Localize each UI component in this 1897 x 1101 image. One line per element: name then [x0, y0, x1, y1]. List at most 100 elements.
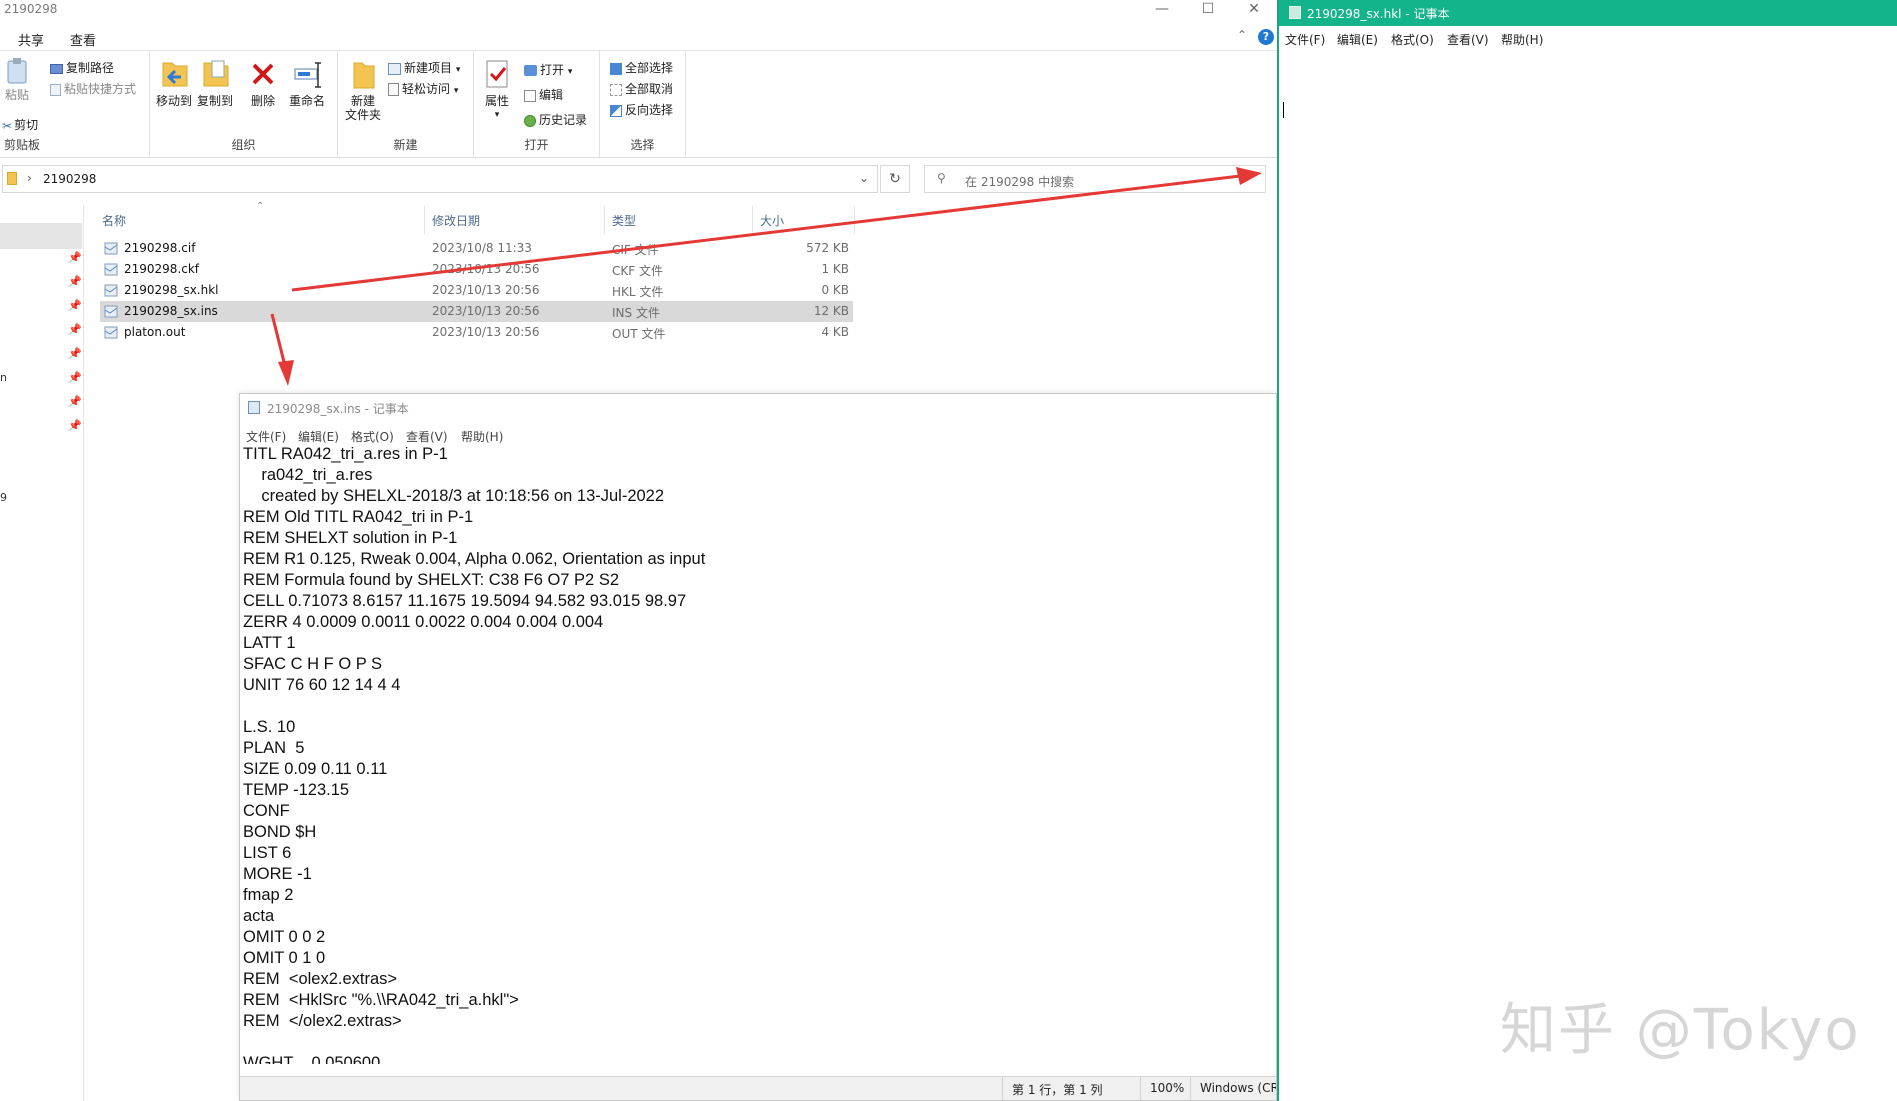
search-input[interactable]: ⚲ 在 2190298 中搜索	[924, 165, 1266, 193]
new-group-label: 新建	[393, 138, 418, 152]
cut-button[interactable]: ✂ 剪切	[2, 116, 38, 133]
select-none-button[interactable]: 全部取消	[610, 80, 673, 97]
menu-file[interactable]: 文件(F)	[1285, 31, 1325, 48]
pin-icon[interactable]: 📌	[68, 299, 82, 312]
text-line: BOND $H	[243, 823, 317, 841]
new-item-button[interactable]: 新建项目 ▾	[388, 59, 460, 76]
pin-icon[interactable]: 📌	[68, 251, 82, 264]
file-row[interactable]: 2190298.cif 2023/10/8 11:33 CIF 文件 572 K…	[100, 238, 853, 259]
nav-selected-item[interactable]	[0, 223, 82, 249]
column-separator[interactable]	[752, 206, 753, 234]
new-folder-button[interactable]: 新建 文件夹	[342, 57, 384, 122]
invert-selection-button[interactable]: 反向选择	[610, 101, 673, 118]
menu-file[interactable]: 文件(F)	[246, 428, 286, 445]
menu-format[interactable]: 格式(O)	[1391, 31, 1434, 48]
file-size: 12 KB	[813, 304, 849, 318]
breadcrumb-path[interactable]: 2190298	[43, 172, 96, 186]
easy-access-icon	[388, 83, 399, 96]
collapse-ribbon-icon[interactable]: ⌃	[1237, 28, 1247, 42]
notepad-ins-window: 2190298_sx.ins - 记事本 文件(F) 编辑(E) 格式(O) 查…	[239, 393, 1277, 1101]
refresh-button[interactable]: ↻	[880, 165, 910, 193]
text-line: TITL RA042_tri_a.res in P-1	[243, 445, 448, 463]
file-date: 2023/10/13 20:56	[432, 262, 540, 276]
file-icon	[104, 305, 118, 318]
text-line: CELL 0.71073 8.6157 11.1675 19.5094 94.5…	[243, 592, 687, 610]
tab-view[interactable]: 查看	[70, 30, 96, 49]
select-all-button[interactable]: 全部选择	[610, 59, 673, 76]
text-line: PLAN 5	[243, 739, 305, 757]
column-separator[interactable]	[604, 206, 605, 234]
easy-access-button[interactable]: 轻松访问 ▾	[388, 80, 458, 97]
file-row-selected[interactable]: 2190298_sx.ins 2023/10/13 20:56 INS 文件 1…	[100, 301, 853, 322]
menu-view[interactable]: 查看(V)	[406, 428, 448, 445]
column-separator[interactable]	[424, 206, 425, 234]
file-size: 4 KB	[821, 325, 849, 339]
pin-icon[interactable]: 📌	[68, 347, 82, 360]
edit-button[interactable]: 编辑	[524, 86, 563, 103]
paste-shortcut-button[interactable]: 粘贴快捷方式	[50, 80, 136, 97]
folder-icon	[7, 172, 17, 185]
edit-pencil-icon	[524, 89, 536, 102]
tab-share[interactable]: 共享	[18, 30, 44, 49]
pin-icon[interactable]: 📌	[68, 323, 82, 336]
history-button[interactable]: 历史记录	[524, 111, 587, 128]
help-icon[interactable]: ?	[1258, 29, 1274, 45]
refresh-icon: ↻	[889, 171, 901, 187]
menu-view[interactable]: 查看(V)	[1447, 31, 1489, 48]
file-row[interactable]: platon.out 2023/10/13 20:56 OUT 文件 4 KB	[100, 322, 853, 343]
pin-icon[interactable]: 📌	[68, 275, 82, 288]
text-line: UNIT 76 60 12 14 4 4	[243, 676, 401, 694]
notepad-hkl-window: 2190298_sx.hkl - 记事本 文件(F) 编辑(E) 格式(O) 查…	[1277, 0, 1897, 1101]
pin-icon[interactable]: 📌	[68, 419, 82, 432]
open-label: 打开	[540, 63, 565, 77]
file-size: 1 KB	[821, 262, 849, 276]
ribbon-group-clipboard: 粘贴 复制路径 粘贴快捷方式 ✂ 剪切 剪贴板	[0, 51, 150, 157]
column-header-date[interactable]: 修改日期	[432, 212, 480, 229]
close-button[interactable]: ✕	[1232, 0, 1276, 20]
properties-button[interactable]: 属性 ▾	[480, 57, 514, 122]
notepad-hkl-text-area[interactable]	[1279, 48, 1897, 1101]
column-header-name[interactable]: 名称	[102, 212, 126, 229]
file-size: 572 KB	[806, 241, 849, 255]
column-header-size[interactable]: 大小	[760, 212, 784, 229]
text-line: OMIT 0 1 0	[243, 949, 326, 967]
search-placeholder: 在 2190298 中搜索	[965, 175, 1075, 189]
status-divider	[1002, 1077, 1003, 1100]
column-separator[interactable]	[854, 206, 855, 234]
text-line: REM Old TITL RA042_tri in P-1	[243, 508, 474, 526]
file-type: OUT 文件	[612, 327, 666, 341]
menu-help[interactable]: 帮助(H)	[1501, 31, 1543, 48]
pin-icon[interactable]: 📌	[68, 371, 82, 384]
menu-format[interactable]: 格式(O)	[351, 428, 394, 445]
rename-button[interactable]: 重命名	[286, 57, 328, 108]
file-name: 2190298_sx.hkl	[124, 283, 219, 297]
pin-icon[interactable]: 📌	[68, 395, 82, 408]
open-button[interactable]: 打开 ▾	[524, 61, 572, 78]
file-row[interactable]: 2190298.ckf 2023/10/13 20:56 CKF 文件 1 KB	[100, 259, 853, 280]
paste-button[interactable]: 粘贴	[2, 57, 32, 102]
minimize-button[interactable]: —	[1140, 0, 1184, 20]
file-row[interactable]: 2190298_sx.hkl 2023/10/13 20:56 HKL 文件 0…	[100, 280, 853, 301]
watermark: 知乎 @Tokyo	[1500, 998, 1861, 1063]
nav-item-fragment: 9	[0, 491, 7, 504]
notepad-text-area[interactable]: TITL RA042_tri_a.res in P-1 ra042_tri_a.…	[243, 444, 1273, 1064]
menu-edit[interactable]: 编辑(E)	[1337, 31, 1378, 48]
text-line: REM SHELXT solution in P-1	[243, 529, 458, 547]
delete-button[interactable]: 删除	[246, 57, 280, 108]
menu-help[interactable]: 帮助(H)	[461, 428, 503, 445]
text-line: MORE -1	[243, 865, 312, 883]
copy-path-label: 复制路径	[66, 61, 115, 75]
sort-ascending-icon: ⌃	[256, 201, 265, 212]
rename-label: 重命名	[288, 94, 325, 108]
copy-path-button[interactable]: 复制路径	[50, 59, 114, 76]
menu-edit[interactable]: 编辑(E)	[298, 428, 339, 445]
address-bar[interactable]: › 2190298 ⌄	[2, 165, 878, 193]
text-line: REM </olex2.extras>	[243, 1012, 402, 1030]
select-all-icon	[610, 62, 622, 75]
copy-to-button[interactable]: 复制到	[196, 57, 234, 108]
notepad-hkl-title: 2190298_sx.hkl - 记事本	[1307, 7, 1450, 21]
move-to-button[interactable]: 移动到	[155, 57, 193, 108]
maximize-button[interactable]: ☐	[1186, 0, 1230, 20]
address-dropdown-icon[interactable]: ⌄	[859, 171, 869, 185]
column-header-type[interactable]: 类型	[612, 212, 636, 229]
